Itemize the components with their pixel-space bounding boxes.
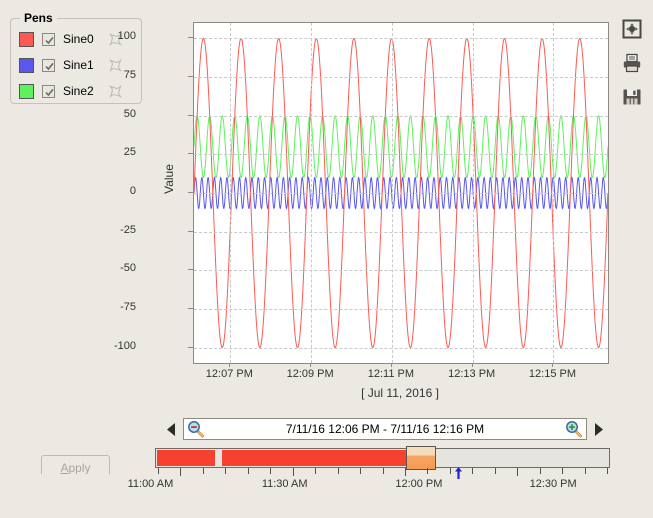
magnifier-plus-icon[interactable] — [565, 420, 583, 438]
pen-label: Sine1 — [63, 58, 99, 72]
apply-button-label: Apply — [60, 461, 90, 475]
time-navigation-bar: 7/11/16 12:06 PM - 7/11/16 12:16 PM — [165, 416, 605, 442]
trend-chart-window: Pens Sine0 Sine1 — [0, 0, 653, 518]
x-tick-label: 12:07 PM — [189, 368, 269, 380]
timeline-tick — [270, 468, 271, 474]
timeline-label: 12:30 PM — [508, 478, 598, 490]
timeline-label: 12:00 PM — [374, 478, 464, 490]
pen-color-swatch[interactable] — [19, 58, 34, 73]
timeline-tick — [180, 468, 181, 476]
timeline-tick — [315, 468, 316, 474]
gridline — [392, 23, 393, 363]
print-icon[interactable] — [621, 52, 643, 74]
pen-visibility-checkbox[interactable] — [42, 33, 55, 46]
x-tick-label: 12:11 PM — [351, 368, 431, 380]
fit-to-screen-icon[interactable] — [621, 18, 643, 40]
gridline — [473, 23, 474, 363]
timeline-tick — [203, 468, 204, 474]
time-range-text: 7/11/16 12:06 PM - 7/11/16 12:16 PM — [208, 422, 562, 436]
y-tick-label: 25 — [96, 147, 136, 158]
pen-color-swatch[interactable] — [19, 84, 34, 99]
magnifier-minus-icon[interactable] — [187, 420, 205, 438]
pens-legend-title: Pens — [20, 11, 57, 25]
y-tick-label: -100 — [96, 341, 136, 352]
gridline — [194, 38, 608, 39]
x-tick-label: 12:13 PM — [432, 368, 512, 380]
timeline-tick — [338, 468, 339, 474]
next-page-button[interactable] — [592, 420, 605, 438]
timeline-thumb[interactable] — [406, 446, 436, 470]
timeline-label: 11:00 AM — [105, 478, 195, 490]
timeline-tick — [248, 468, 249, 474]
gridline — [194, 193, 608, 194]
timeline-data-range — [157, 450, 432, 466]
x-axis-title: [ Jul 11, 2016 ] — [193, 386, 607, 400]
timeline-tick — [472, 468, 473, 474]
timeline-tick — [540, 468, 541, 474]
gridline — [311, 23, 312, 363]
gridline — [553, 23, 554, 363]
timeline-axis — [155, 468, 610, 478]
gridline — [194, 77, 608, 78]
pen-visibility-checkbox[interactable] — [42, 59, 55, 72]
plot-area[interactable] — [193, 22, 609, 364]
apply-rest: pply — [69, 461, 91, 475]
chart-toolbar — [619, 18, 645, 108]
save-icon[interactable] — [621, 86, 643, 108]
x-tick-label: 12:15 PM — [512, 368, 592, 380]
pen-visibility-checkbox[interactable] — [42, 85, 55, 98]
time-range-field[interactable]: 7/11/16 12:06 PM - 7/11/16 12:16 PM — [183, 418, 587, 440]
pen-color-swatch[interactable] — [19, 32, 34, 47]
y-tick-label: 50 — [96, 109, 136, 120]
gridline — [194, 270, 608, 271]
timeline-tick — [360, 468, 361, 474]
pen-row[interactable]: Sine2 — [19, 81, 122, 101]
gridline — [194, 116, 608, 117]
timeline-data-gap — [215, 450, 221, 466]
timeline-tick — [585, 468, 586, 474]
gridline — [230, 23, 231, 363]
timeline-tick — [405, 468, 406, 476]
timeline-tick — [607, 468, 608, 474]
timeline-tick — [562, 468, 563, 474]
close-x-icon[interactable] — [109, 85, 122, 98]
gridline — [194, 348, 608, 349]
timeline-tick — [427, 468, 428, 474]
timeline-tick — [517, 468, 518, 476]
trend-chart: Value 1007550250-25-50-75-100 12:07 PM12… — [140, 12, 610, 407]
timeline-tick — [450, 468, 451, 474]
pen-label: Sine2 — [63, 84, 99, 98]
y-axis-title: Value — [162, 144, 176, 214]
gridline — [194, 232, 608, 233]
series-line-sine2 — [194, 116, 608, 178]
pen-label: Sine0 — [63, 32, 99, 46]
apply-accel: A — [60, 461, 68, 475]
y-tick-label: -75 — [96, 302, 136, 313]
timeline-scrollbar[interactable] — [155, 448, 610, 468]
timeline-tick — [293, 468, 294, 476]
gridline — [194, 309, 608, 310]
y-tick-label: 75 — [96, 70, 136, 81]
y-tick-label: 0 — [96, 186, 136, 197]
y-tick-label: -25 — [96, 225, 136, 236]
timeline-tick — [383, 468, 384, 474]
timeline-label: 11:30 AM — [240, 478, 330, 490]
x-tick-label: 12:09 PM — [270, 368, 350, 380]
y-tick-label: -50 — [96, 263, 136, 274]
timeline-tick — [495, 468, 496, 474]
timeline-tick — [158, 468, 159, 474]
y-tick-label: 100 — [96, 31, 136, 42]
timeline-cursor-marker — [454, 466, 463, 478]
prev-page-button[interactable] — [165, 420, 178, 438]
gridline — [194, 154, 608, 155]
timeline-tick — [225, 468, 226, 474]
